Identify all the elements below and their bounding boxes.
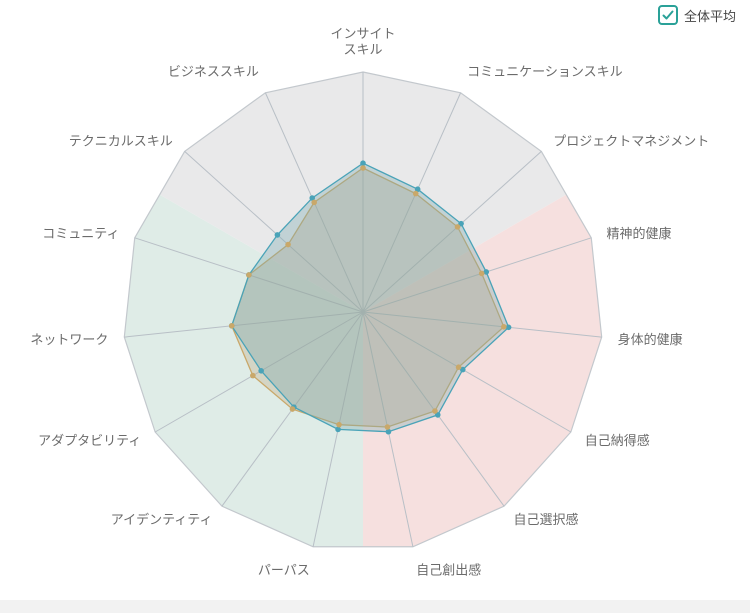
radar-chart: インサイトスキルコミュニケーションスキルプロジェクトマネジメント精神的健康身体的…	[0, 0, 750, 600]
axis-label-14: ビジネススキル	[168, 65, 259, 80]
series-1-point-6	[432, 408, 438, 414]
series-0-point-8	[335, 426, 341, 433]
axis-label-12: コミュニティ	[42, 227, 119, 242]
axis-label-8: パーパス	[258, 563, 310, 578]
series-1-point-0	[360, 165, 366, 171]
check-icon	[662, 10, 674, 20]
axis-label-6: 自己選択感	[513, 512, 578, 528]
axis-label-4: 身体的健康	[618, 332, 683, 348]
series-1-point-5	[455, 364, 462, 371]
legend-label: 全体平均	[683, 9, 736, 25]
series-0-point-7	[385, 428, 392, 435]
axis-label-13: テクニカルスキル	[69, 135, 173, 150]
series-1-point-3	[478, 270, 485, 277]
checkbox-icon[interactable]	[657, 5, 678, 25]
series-1-point-14	[311, 199, 317, 206]
radar-svg: インサイトスキルコミュニケーションスキルプロジェクトマネジメント精神的健康身体的…	[30, 27, 709, 578]
legend-toggle[interactable]: 全体平均	[657, 5, 736, 25]
series-1-point-11	[228, 322, 235, 329]
footer-strip	[0, 600, 750, 613]
series-1-point-7	[384, 424, 391, 430]
series-1-point-4	[501, 324, 507, 330]
series-1-point-9	[289, 406, 296, 412]
series-0-point-10	[258, 368, 264, 374]
series-1-point-2	[454, 224, 461, 230]
axis-label-5: 自己納得感	[585, 433, 650, 449]
axis-label-11: ネットワーク	[30, 333, 108, 348]
series-0-point-4	[505, 324, 512, 331]
series-1-point-12	[246, 272, 252, 278]
series-1-point-1	[412, 190, 419, 197]
axis-label-10: アダプタビリティ	[38, 434, 141, 449]
series-1-point-10	[250, 372, 256, 379]
axis-label-9: アイデンティティ	[111, 512, 213, 528]
series-0-point-13	[274, 232, 281, 238]
axis-label-1: コミュニケーションスキル	[467, 65, 622, 80]
series-1-point-8	[336, 421, 342, 428]
axis-label-3: 精神的健康	[606, 226, 671, 242]
series-1-point-13	[285, 241, 291, 248]
series-0-point-0	[360, 160, 366, 166]
axis-label-7: 自己創出感	[416, 562, 481, 578]
axis-label-0: インサイトスキル	[330, 27, 395, 58]
axis-label-2: プロジェクトマネジメント	[553, 135, 709, 150]
